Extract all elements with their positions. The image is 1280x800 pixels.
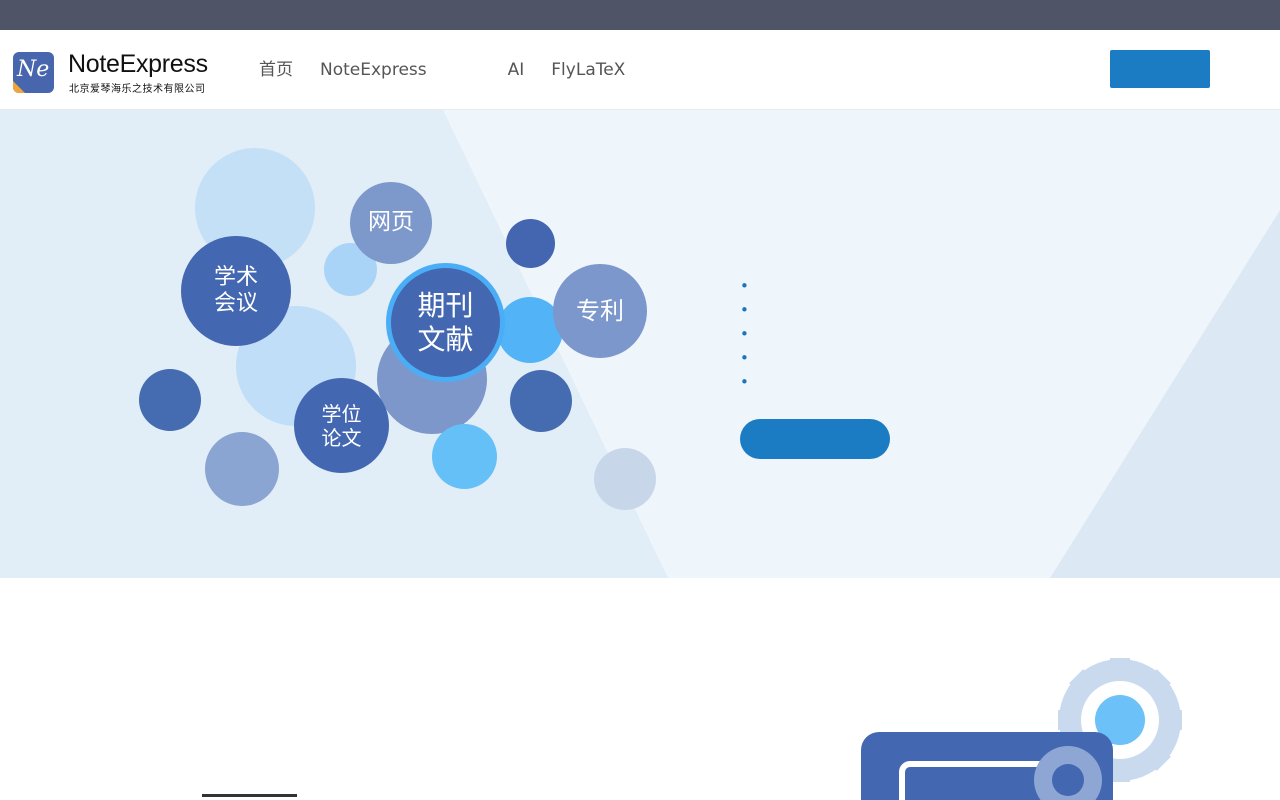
bubble-patent[interactable]: 专利 [553, 264, 647, 358]
logo-company: 北京爱琴海乐之技术有限公司 [69, 84, 206, 95]
bubble-deco [510, 370, 572, 432]
hero-banner: 网页 学术会议 期刊文献 专利 学位论文 [0, 110, 1280, 578]
bubble-deco [205, 432, 279, 506]
bubble-journal[interactable]: 期刊文献 [386, 263, 505, 382]
top-utility-bar [0, 0, 1280, 30]
noteexpress-logo-icon[interactable]: Ne [13, 52, 54, 93]
hero-feature-item [740, 298, 760, 322]
nav-ai[interactable]: AI [508, 30, 525, 110]
hero-feature-item [740, 370, 760, 394]
bubble-deco [594, 448, 656, 510]
bubble-web[interactable]: 网页 [350, 182, 432, 264]
logo-corner [13, 81, 25, 93]
login-button[interactable] [1110, 50, 1210, 88]
bubble-thesis[interactable]: 学位论文 [294, 378, 389, 473]
hero-background-shapes [443, 110, 1280, 578]
bubble-deco [432, 424, 497, 489]
hero-feature-item [740, 322, 760, 346]
bubble-conference[interactable]: 学术会议 [181, 236, 291, 346]
bubble-deco [506, 219, 555, 268]
hero-cta-button[interactable] [740, 419, 890, 459]
section-title-underline [202, 794, 297, 798]
main-nav: 首页 NoteExpress AI FlyLaTeX [259, 30, 733, 110]
hero-feature-item [740, 274, 760, 298]
bubble-journal-label: 期刊文献 [417, 288, 474, 356]
bubble-patent-label: 专利 [576, 296, 624, 325]
logo-mark-text: Ne [17, 57, 50, 82]
bubble-web-label: 网页 [368, 209, 414, 236]
section-title [202, 734, 242, 780]
hero-feature-list [740, 274, 760, 394]
nav-flylatex[interactable]: FlyLaTeX [551, 30, 625, 110]
nav-noteexpress[interactable]: NoteExpress [320, 30, 427, 110]
logo-name[interactable]: NoteExpress [68, 50, 208, 79]
bubble-deco [139, 369, 201, 431]
bubble-thesis-label: 学位论文 [321, 401, 362, 450]
nav-home[interactable]: 首页 [259, 30, 293, 110]
gear-illustration-icon [861, 658, 1182, 800]
hero-feature-item [740, 346, 760, 370]
bubble-conference-label: 学术会议 [213, 264, 258, 316]
